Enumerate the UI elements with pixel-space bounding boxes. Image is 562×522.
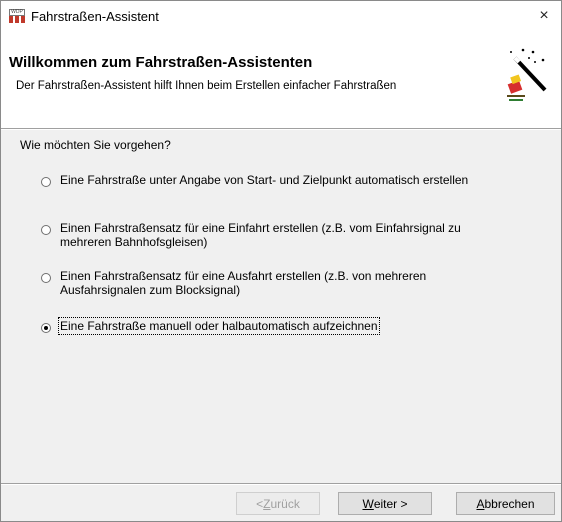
header-subtitle: Der Fahrstraßen-Assistent hilft Ihnen be…: [16, 80, 397, 92]
header-divider: [1, 128, 561, 130]
option-exit-route-set[interactable]: Einen Fahrstraßensatz für eine Ausfahrt …: [41, 269, 490, 297]
wizard-dialog: WDP Fahrstraßen-Assistent × Willkommen z…: [0, 0, 562, 522]
option-auto-route[interactable]: Eine Fahrstraße unter Angabe von Start- …: [41, 173, 490, 187]
footer-divider: [1, 483, 561, 485]
option-label[interactable]: Einen Fahrstraßensatz für eine Einfahrt …: [60, 221, 490, 249]
magic-wand-icon: [507, 48, 547, 101]
radio-button-selected[interactable]: [41, 323, 51, 333]
back-button[interactable]: < Zurück: [236, 492, 320, 515]
option-label[interactable]: Eine Fahrstraße manuell oder halbautomat…: [58, 317, 490, 335]
radio-button[interactable]: [41, 273, 51, 283]
option-label[interactable]: Einen Fahrstraßensatz für eine Ausfahrt …: [60, 269, 490, 297]
question-label: Wie möchten Sie vorgehen?: [20, 138, 171, 152]
window-title: Fahrstraßen-Assistent: [31, 8, 159, 24]
title-bar[interactable]: WDP Fahrstraßen-Assistent ×: [1, 1, 561, 31]
close-icon[interactable]: ×: [527, 1, 561, 31]
option-manual-record[interactable]: Eine Fahrstraße manuell oder halbautomat…: [41, 317, 490, 335]
app-icon[interactable]: WDP: [9, 9, 25, 23]
next-button[interactable]: Weiter >: [338, 492, 432, 515]
radio-button[interactable]: [41, 225, 51, 235]
option-entry-route-set[interactable]: Einen Fahrstraßensatz für eine Einfahrt …: [41, 221, 490, 249]
option-label[interactable]: Eine Fahrstraße unter Angabe von Start- …: [60, 173, 490, 187]
header-title: Willkommen zum Fahrstraßen-Assistenten: [9, 54, 313, 71]
cancel-button[interactable]: Abbrechen: [456, 492, 555, 515]
radio-button[interactable]: [41, 177, 51, 187]
wizard-header: Willkommen zum Fahrstraßen-Assistenten D…: [1, 31, 561, 128]
